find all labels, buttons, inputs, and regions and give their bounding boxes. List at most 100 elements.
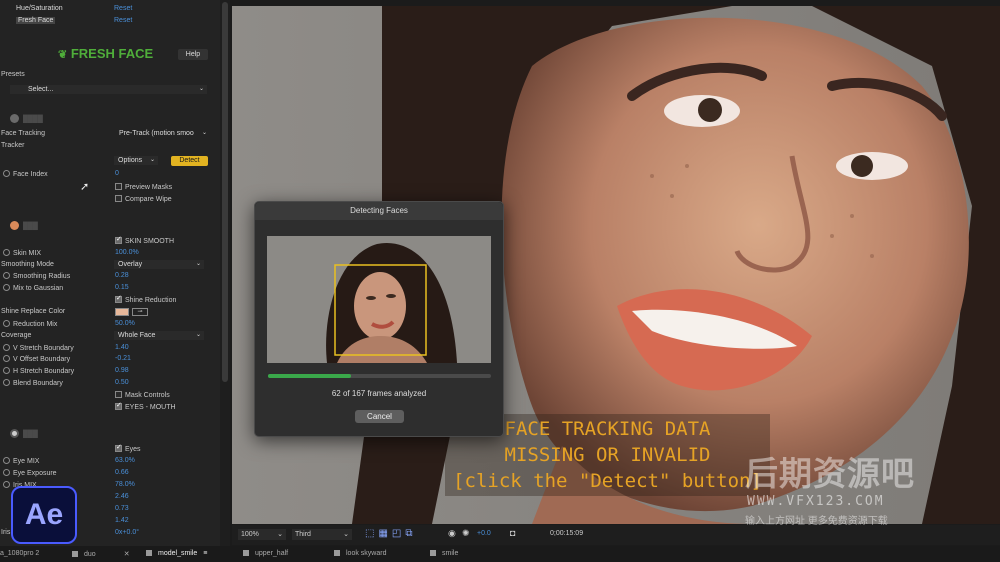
effect-fresh-face[interactable]: Fresh Face Reset	[0, 15, 220, 26]
stopwatch-icon[interactable]	[3, 469, 10, 476]
scrollbar-thumb[interactable]	[222, 2, 228, 382]
iris-mix-value[interactable]: 78.0%	[115, 481, 135, 488]
v-stretch-label: V Stretch Boundary	[3, 344, 74, 352]
blend-value[interactable]: 0.50	[115, 379, 129, 386]
chevron-down-icon: ⌄	[198, 86, 204, 92]
options-dropdown[interactable]: Options ⌄	[114, 156, 158, 165]
eye-param-value[interactable]: 1.42	[115, 517, 129, 524]
comp-icon	[243, 550, 249, 556]
stopwatch-icon[interactable]	[3, 284, 10, 291]
timecode[interactable]: 0;00:15:09	[550, 530, 583, 537]
help-button[interactable]: Help	[178, 49, 208, 60]
section-eyes[interactable]: ███	[10, 429, 38, 438]
iris-value[interactable]: 0x+0.0°	[115, 529, 139, 536]
eyes-mouth-checkbox[interactable]: EYES - MOUTH	[115, 401, 176, 411]
stopwatch-icon[interactable]	[3, 320, 10, 327]
frames-status: 62 of 167 frames analyzed	[331, 389, 427, 398]
blend-label: Blend Boundary	[3, 379, 63, 387]
v-stretch-value[interactable]: 1.40	[115, 344, 129, 351]
mix-to-gaussian-label: Mix to Gaussian	[3, 284, 63, 292]
preview-masks-checkbox[interactable]: Preview Masks	[115, 183, 172, 191]
stopwatch-icon[interactable]	[3, 379, 10, 386]
h-stretch-value[interactable]: 0.98	[115, 367, 129, 374]
reduction-mix-value[interactable]: 50.0%	[115, 320, 135, 327]
stopwatch-icon[interactable]	[3, 170, 10, 177]
eye-exposure-value[interactable]: 0.66	[115, 469, 129, 476]
detecting-faces-dialog: Detecting Faces 62 of 167 frames analyze…	[254, 201, 504, 437]
after-effects-logo: Ae	[11, 486, 77, 544]
region-icon[interactable]: ⬚	[365, 528, 378, 539]
checkbox-icon	[115, 391, 122, 398]
effect-hue-saturation[interactable]: Hue/Saturation Reset	[0, 3, 220, 14]
reset-link[interactable]: Reset	[114, 15, 132, 26]
timeline-tab[interactable]: look skyward	[334, 550, 386, 557]
stopwatch-icon[interactable]	[3, 481, 10, 488]
exposure-value[interactable]: +0.0	[477, 530, 491, 537]
eyes-checkbox[interactable]: Eyes	[115, 443, 141, 453]
chevron-down-icon: ⌄	[195, 332, 201, 338]
color-icon[interactable]: ◉	[448, 528, 456, 539]
zoom-dropdown[interactable]: 100% ⌄	[238, 529, 286, 540]
guides-icon[interactable]: ⧉	[405, 528, 416, 539]
coverage-dropdown[interactable]: Whole Face ⌄	[114, 331, 204, 340]
eye-icon	[10, 429, 19, 438]
smoothing-mode-dropdown[interactable]: Overlay ⌄	[114, 260, 204, 269]
view-options-icons[interactable]: ⬚▦◰⧉	[365, 528, 417, 539]
progress-bar	[268, 374, 491, 378]
close-icon[interactable]: ✕	[124, 551, 130, 558]
stopwatch-icon[interactable]	[3, 367, 10, 374]
peach-icon	[10, 221, 19, 230]
detection-preview	[267, 236, 491, 363]
mask-controls-checkbox[interactable]: Mask Controls	[115, 391, 170, 399]
cancel-button[interactable]: Cancel	[355, 410, 404, 423]
effect-controls-panel: Hue/Saturation Reset Fresh Face Reset ❦ …	[0, 0, 230, 546]
viewer-toolbar: 100% ⌄ Third ⌄ ⬚▦◰⧉ ◉ ✺ +0.0 ◘ 0;00:15:09	[232, 525, 1000, 545]
coverage-label: Coverage	[1, 332, 32, 339]
shine-replace-color-label: Shine Replace Color	[1, 308, 66, 315]
eyedropper-icon[interactable]: ⊸	[132, 308, 148, 316]
timeline-tab[interactable]: upper_half	[243, 550, 288, 557]
preview-image	[267, 236, 491, 363]
compare-wipe-checkbox[interactable]: Compare Wipe	[115, 195, 172, 203]
shine-reduction-checkbox[interactable]: Shine Reduction	[115, 294, 176, 304]
camera-icon[interactable]: ◘	[510, 528, 515, 538]
eye-param-value[interactable]: 0.73	[115, 505, 129, 512]
smoothing-radius-value[interactable]: 0.28	[115, 272, 129, 279]
stopwatch-icon[interactable]	[3, 249, 10, 256]
effect-name: Fresh Face	[16, 17, 56, 24]
chevron-down-icon: ⌄	[201, 130, 207, 136]
timeline-tab-active[interactable]: model_smile ≡	[146, 550, 207, 557]
stopwatch-icon[interactable]	[3, 457, 10, 464]
eye-param-value[interactable]: 2.46	[115, 493, 129, 500]
grid-icon[interactable]: ▦	[378, 528, 391, 539]
comp-icon	[430, 550, 436, 556]
panel-scrollbar[interactable]	[220, 0, 230, 546]
stopwatch-icon[interactable]	[3, 344, 10, 351]
stopwatch-icon[interactable]	[3, 355, 10, 362]
face-index-label: Face Index	[3, 170, 48, 178]
timeline-tab[interactable]: a_1080pro 2	[0, 550, 39, 557]
v-offset-value[interactable]: -0.21	[115, 355, 131, 362]
tracker-dropdown[interactable]: Pre-Track (motion smoo ⌄	[115, 129, 210, 138]
eye-exposure-label: Eye Exposure	[3, 469, 57, 477]
effect-name: Hue/Saturation	[16, 5, 63, 12]
stopwatch-icon[interactable]	[3, 272, 10, 279]
timeline-tab[interactable]: smile	[430, 550, 458, 557]
mask-icon[interactable]: ◰	[392, 528, 405, 539]
detect-button[interactable]: Detect	[171, 156, 208, 166]
skin-smooth-checkbox[interactable]: SKIN SMOOTH	[115, 235, 174, 245]
eye-mix-value[interactable]: 63.0%	[115, 457, 135, 464]
face-tracking-label: Face Tracking	[1, 130, 45, 137]
exposure-icon[interactable]: ✺	[462, 528, 470, 539]
reset-link[interactable]: Reset	[114, 3, 132, 14]
presets-dropdown[interactable]: Select... ⌄	[10, 85, 207, 94]
shine-color-swatch[interactable]	[115, 308, 129, 316]
section-face-tracking[interactable]: ████	[10, 114, 43, 123]
timeline-tab[interactable]: duo ✕	[72, 550, 130, 558]
skin-mix-value[interactable]: 100.0%	[115, 249, 139, 256]
face-index-value[interactable]: 0	[115, 170, 119, 177]
resolution-dropdown[interactable]: Third ⌄	[292, 529, 352, 540]
section-skin[interactable]: ███	[10, 221, 38, 230]
menu-icon[interactable]: ≡	[203, 550, 207, 557]
mix-to-gaussian-value[interactable]: 0.15	[115, 284, 129, 291]
